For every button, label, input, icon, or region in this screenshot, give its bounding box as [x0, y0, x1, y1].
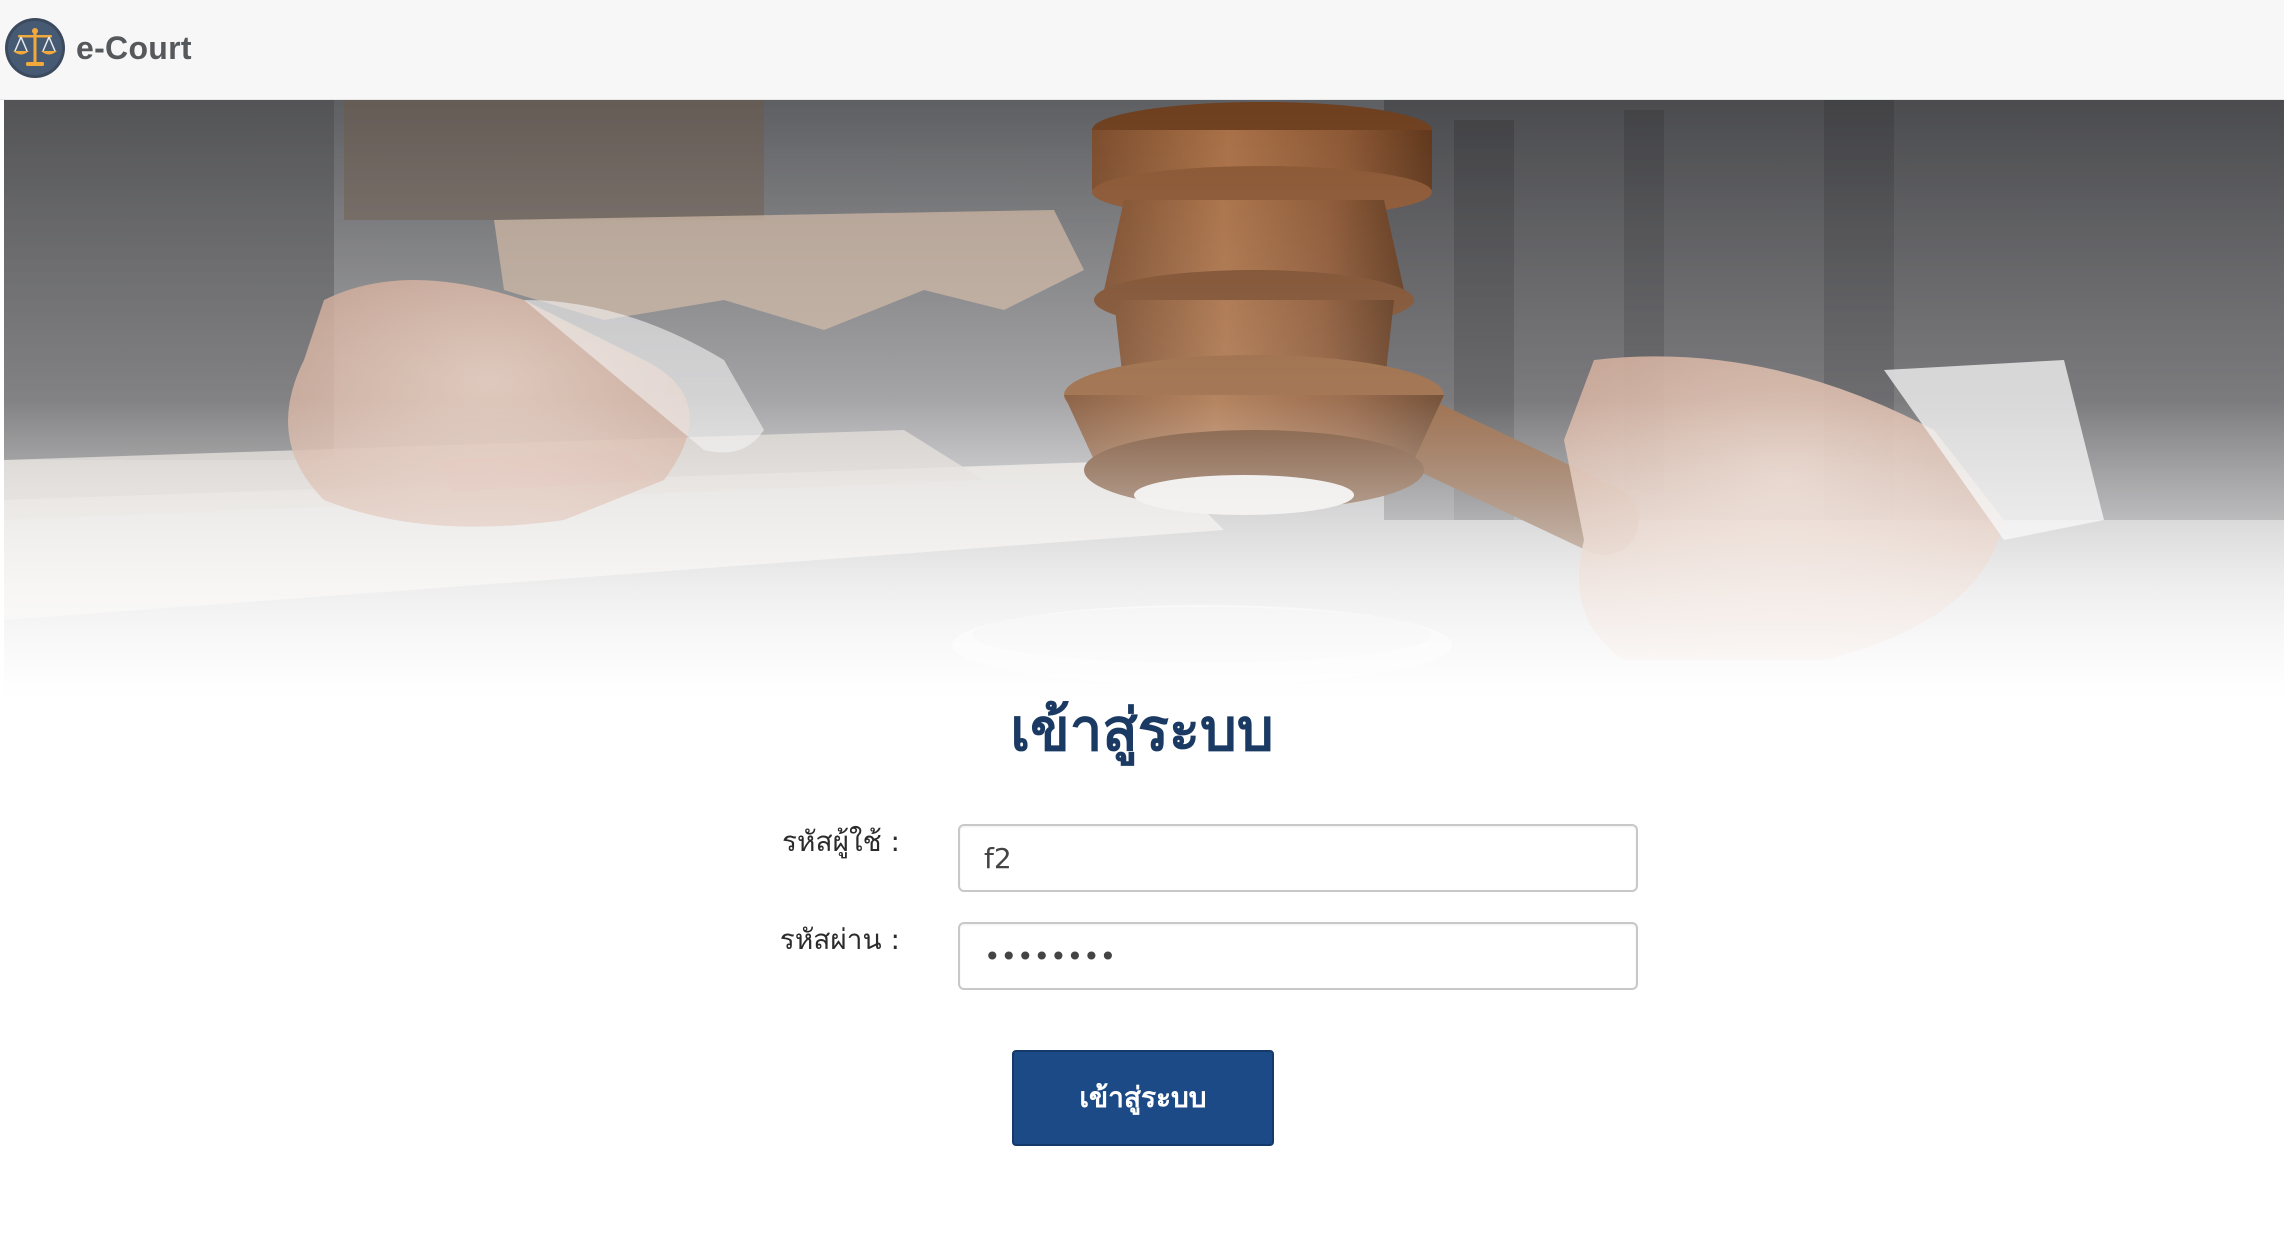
- hero-banner: [4, 100, 2284, 700]
- brand-link[interactable]: e-Court: [4, 17, 192, 79]
- password-label: รหัสผ่าน :: [779, 923, 900, 956]
- top-navbar: e-Court: [0, 0, 2284, 100]
- brand-name: e-Court: [76, 29, 192, 66]
- password-input[interactable]: [958, 922, 1638, 990]
- username-input[interactable]: [958, 824, 1638, 892]
- login-title: เข้าสู่ระบบ: [1010, 696, 1274, 764]
- scales-of-justice-icon: [5, 18, 65, 78]
- login-button[interactable]: เข้าสู่ระบบ: [1012, 1050, 1274, 1146]
- judge-gavel-photo: [4, 100, 2284, 700]
- username-label: รหัสผู้ใช้ :: [781, 825, 900, 858]
